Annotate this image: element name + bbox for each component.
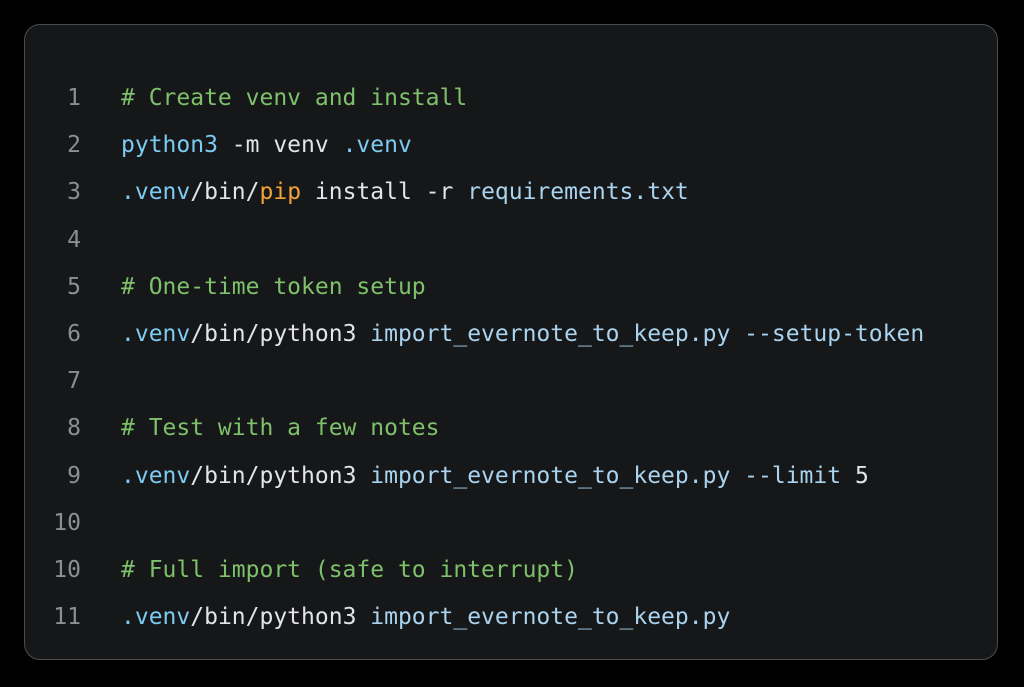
code-token-cmd: .venv [121,320,191,347]
code-line: 6 .venv/bin/python3 import_evernote_to_ke… [25,311,997,358]
code-token-cmd: .venv [342,132,412,159]
code-token-path: requirements.txt [467,179,689,206]
code-line: 9 .venv/bin/python3 import_evernote_to_ke… [25,453,997,500]
code-token-plain: /bin/python3 [190,462,371,489]
line-text: # Test with a few notes [121,405,440,452]
line-text: .venv/bin/pip install -r requirements.tx… [121,169,689,216]
code-token-plain: -m venv [217,132,343,159]
code-token-path: import_evernote_to_keep.py [370,320,731,347]
line-number: 10 [53,509,81,536]
code-token-cmd: .venv [121,604,191,631]
code-line: 11 .venv/bin/python3 import_evernote_to_k… [25,594,997,641]
code-line: 10 [25,500,997,547]
code-lines: 1 # Create venv and install 2 python3 -m ve… [25,75,997,641]
code-token-comment: # One-time token setup [121,273,426,300]
code-token-comment: # Full import (safe to interrupt) [121,556,578,583]
line-number: 6 [67,320,81,347]
line-text: .venv/bin/python3 import_evernote_to_kee… [121,311,924,358]
code-line: 10 # Full import (safe to interrupt) [25,547,997,594]
code-token-plain: /bin/python3 [190,604,371,631]
line-text: .venv/bin/python3 import_evernote_to_kee… [121,453,869,500]
code-token-plain: /bin/python3 [190,320,371,347]
code-token-cmd: python3 [121,132,218,159]
line-number: 11 [53,604,81,631]
code-block: 1 # Create venv and install 2 python3 -m ve… [24,24,998,660]
line-text: # Create venv and install [121,75,467,122]
line-number: 5 [67,273,81,300]
line-text: python3 -m venv .venv [121,122,412,169]
code-token-comment: # Test with a few notes [121,415,440,442]
code-token-pip: pip [259,179,302,206]
line-number: 1 [67,85,81,111]
code-token-path: --limit [744,462,842,489]
code-token-plain: 5 [841,462,869,489]
code-token-path: import_evernote_to_keep.py [370,462,731,489]
code-token-cmd: .venv [121,179,191,206]
code-line: 8 # Test with a few notes [25,405,997,452]
code-token-cmd: .venv [121,462,191,489]
code-line: 4 [25,217,997,264]
line-text: # Full import (safe to interrupt) [121,547,578,594]
code-line: 2 python3 -m venv .venv [25,122,997,169]
code-token-comment: # Create venv and install [121,85,468,111]
line-number: 9 [67,462,81,489]
line-number: 4 [67,226,81,253]
line-number: 7 [67,368,81,395]
line-number: 3 [67,179,81,206]
code-line: 5 # One-time token setup [25,264,997,311]
line-number: 10 [53,556,81,583]
code-line: 7 [25,358,997,405]
code-line: 3 .venv/bin/pip install -r requirements.t… [25,169,997,216]
code-token-path: --setup-token [744,320,925,347]
code-token-plain: /bin/ [190,179,260,206]
code-token-path: import_evernote_to_keep.py [370,604,731,631]
line-number: 8 [67,415,81,442]
line-text: # One-time token setup [121,264,426,311]
code-line: 1 # Create venv and install [25,75,997,122]
line-number: 2 [67,132,81,159]
line-text: .venv/bin/python3 import_evernote_to_kee… [121,594,730,641]
code-token-plain: install -r [301,179,468,206]
